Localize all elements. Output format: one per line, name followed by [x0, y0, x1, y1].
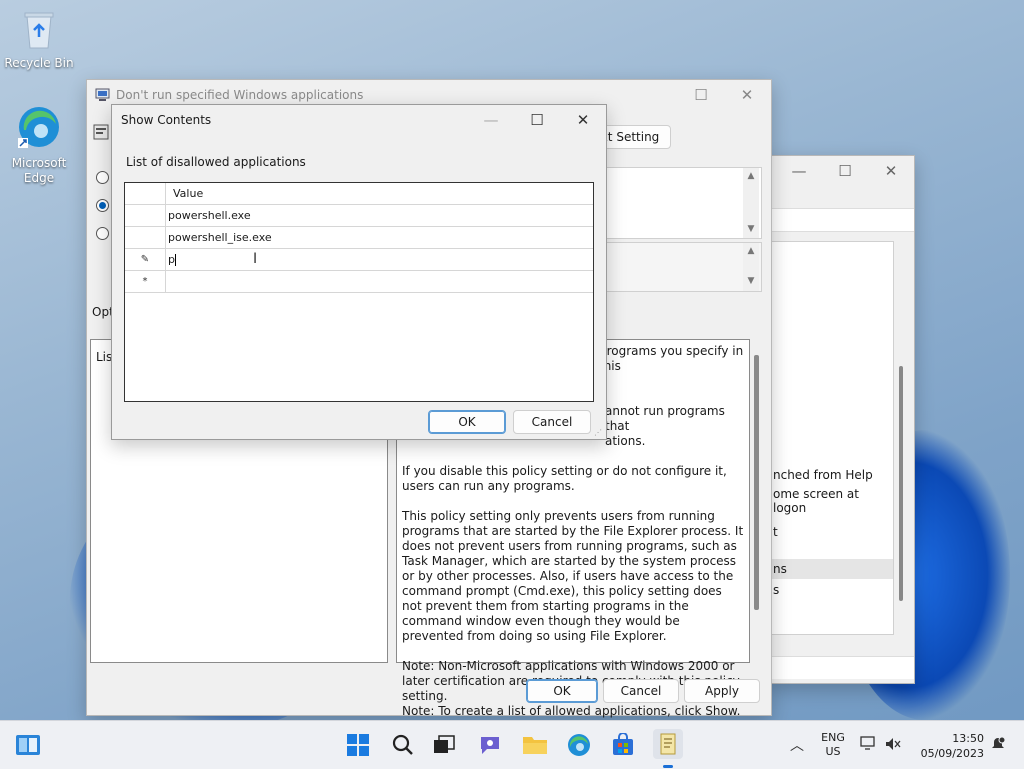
minimize-icon[interactable]: — [776, 156, 822, 186]
value-column-header[interactable]: Value [173, 183, 203, 204]
maximize-icon[interactable]: ☐ [678, 80, 724, 110]
search-icon[interactable] [389, 731, 417, 759]
value-cell-editing[interactable]: p [168, 249, 176, 270]
clock-date: 05/09/2023 [920, 747, 984, 760]
disabled-radio[interactable] [96, 227, 109, 240]
maximize-icon[interactable]: ☐ [822, 156, 868, 186]
policy-ok-button[interactable]: OK [526, 679, 598, 703]
taskbar: ︿ ENG US 13:50 05/09/2023 [0, 720, 1024, 769]
list-item-label: ns [773, 562, 787, 576]
value-cell-text: p [168, 253, 175, 266]
scroll-down-arrow-icon[interactable]: ▼ [743, 276, 759, 286]
row-selector[interactable] [125, 205, 166, 226]
enabled-radio[interactable] [96, 199, 109, 212]
help-paragraph: If you disable this policy setting or do… [402, 464, 727, 493]
status-strip [768, 656, 914, 679]
resize-grip-icon[interactable]: ⋰ [594, 428, 602, 437]
edge-taskbar-icon[interactable] [565, 731, 593, 759]
edge-icon [4, 104, 74, 154]
values-grid[interactable]: Value powershell.exe powershell_ise.exe … [124, 182, 594, 402]
table-row[interactable]: powershell_ise.exe [125, 227, 593, 249]
group-policy-editor-window: — ☐ ✕ nched from Help ome screen at logo… [767, 155, 915, 684]
table-row-editing[interactable]: ✎ p Ι [125, 249, 593, 271]
list-item[interactable]: ome screen at logon [773, 487, 893, 515]
recycle-bin-icon [4, 8, 74, 54]
help-paragraph: Note: To create a list of allowed applic… [402, 704, 741, 718]
scroll-down-arrow-icon[interactable]: ▼ [743, 224, 759, 234]
not-configured-radio[interactable] [96, 171, 109, 184]
minimize-icon[interactable]: — [468, 105, 514, 135]
column-divider [165, 183, 166, 293]
row-selector[interactable] [125, 227, 166, 248]
language-code: ENG [821, 731, 845, 744]
close-icon[interactable]: ✕ [560, 105, 606, 135]
volume-muted-icon[interactable] [884, 736, 902, 755]
language-indicator[interactable]: ENG US [820, 731, 846, 759]
new-row-asterisk-icon[interactable]: * [125, 271, 166, 292]
list-item[interactable]: t [773, 525, 778, 539]
close-icon[interactable]: ✕ [724, 80, 770, 110]
clock[interactable]: 13:50 05/09/2023 [920, 731, 984, 761]
edit-pencil-icon[interactable]: ✎ [125, 249, 166, 270]
edge-shortcut[interactable]: Microsoft Edge [4, 104, 74, 186]
policy-cancel-button[interactable]: Cancel [603, 679, 679, 703]
maximize-icon[interactable]: ☐ [514, 105, 560, 135]
list-item-selected[interactable]: ns [769, 559, 893, 579]
row-header-cell [125, 183, 166, 204]
list-item[interactable]: s [773, 583, 779, 597]
policy-app-icon [95, 88, 110, 105]
scroll-up-arrow-icon[interactable]: ▲ [743, 171, 759, 181]
text-caret [174, 254, 176, 266]
task-view-icon[interactable] [430, 731, 458, 759]
value-cell[interactable]: powershell.exe [168, 205, 251, 226]
setting-icon [93, 124, 109, 143]
table-row[interactable]: powershell.exe [125, 205, 593, 227]
widgets-icon[interactable] [14, 731, 42, 759]
clock-time: 13:50 [952, 732, 984, 745]
scroll-up-arrow-icon[interactable]: ▲ [743, 246, 759, 256]
keyboard-layout: US [825, 745, 841, 758]
supported-scrollbar[interactable]: ▲ ▼ [743, 243, 759, 291]
list-caption: List of disallowed applications [126, 155, 306, 169]
edge-label-line2: Edge [23, 171, 55, 185]
policy-apply-button[interactable]: Apply [684, 679, 760, 703]
help-scrollbar-thumb[interactable] [754, 355, 759, 610]
show-contents-cancel-button[interactable]: Cancel [513, 410, 591, 434]
notification-icon[interactable] [990, 736, 1006, 755]
recycle-bin-label: Recycle Bin [4, 56, 74, 70]
scrollbar-thumb[interactable] [899, 366, 903, 601]
teams-chat-icon[interactable] [476, 731, 504, 759]
value-cell[interactable]: powershell_ise.exe [168, 227, 272, 248]
comment-box[interactable]: ▲ ▼ [596, 167, 762, 239]
chevron-up-icon[interactable]: ︿ [790, 735, 804, 755]
comment-scrollbar[interactable]: ▲ ▼ [743, 168, 759, 238]
help-paragraph: This policy setting only prevents users … [402, 509, 744, 643]
show-contents-title: Show Contents [121, 113, 212, 127]
microsoft-store-icon[interactable] [609, 731, 637, 759]
settings-list[interactable]: nched from Help ome screen at logon t ns… [768, 241, 894, 635]
toolbar-strip [768, 208, 914, 232]
group-policy-taskbar-icon[interactable] [653, 729, 683, 759]
ibeam-cursor-icon: Ι [253, 251, 258, 267]
file-explorer-icon[interactable] [521, 731, 549, 759]
recycle-bin-shortcut[interactable]: Recycle Bin [4, 8, 74, 71]
close-icon[interactable]: ✕ [868, 156, 914, 186]
list-item[interactable]: nched from Help [773, 468, 873, 482]
supported-on-box: ▲ ▼ [596, 242, 762, 292]
policy-window-title: Don't run specified Windows applications [116, 88, 364, 102]
table-row-new[interactable]: * [125, 271, 593, 293]
grid-header: Value [125, 183, 593, 205]
network-icon[interactable] [860, 736, 878, 755]
edge-label-line1: Microsoft [11, 156, 67, 170]
start-icon[interactable] [344, 731, 372, 759]
show-contents-ok-button[interactable]: OK [428, 410, 506, 434]
